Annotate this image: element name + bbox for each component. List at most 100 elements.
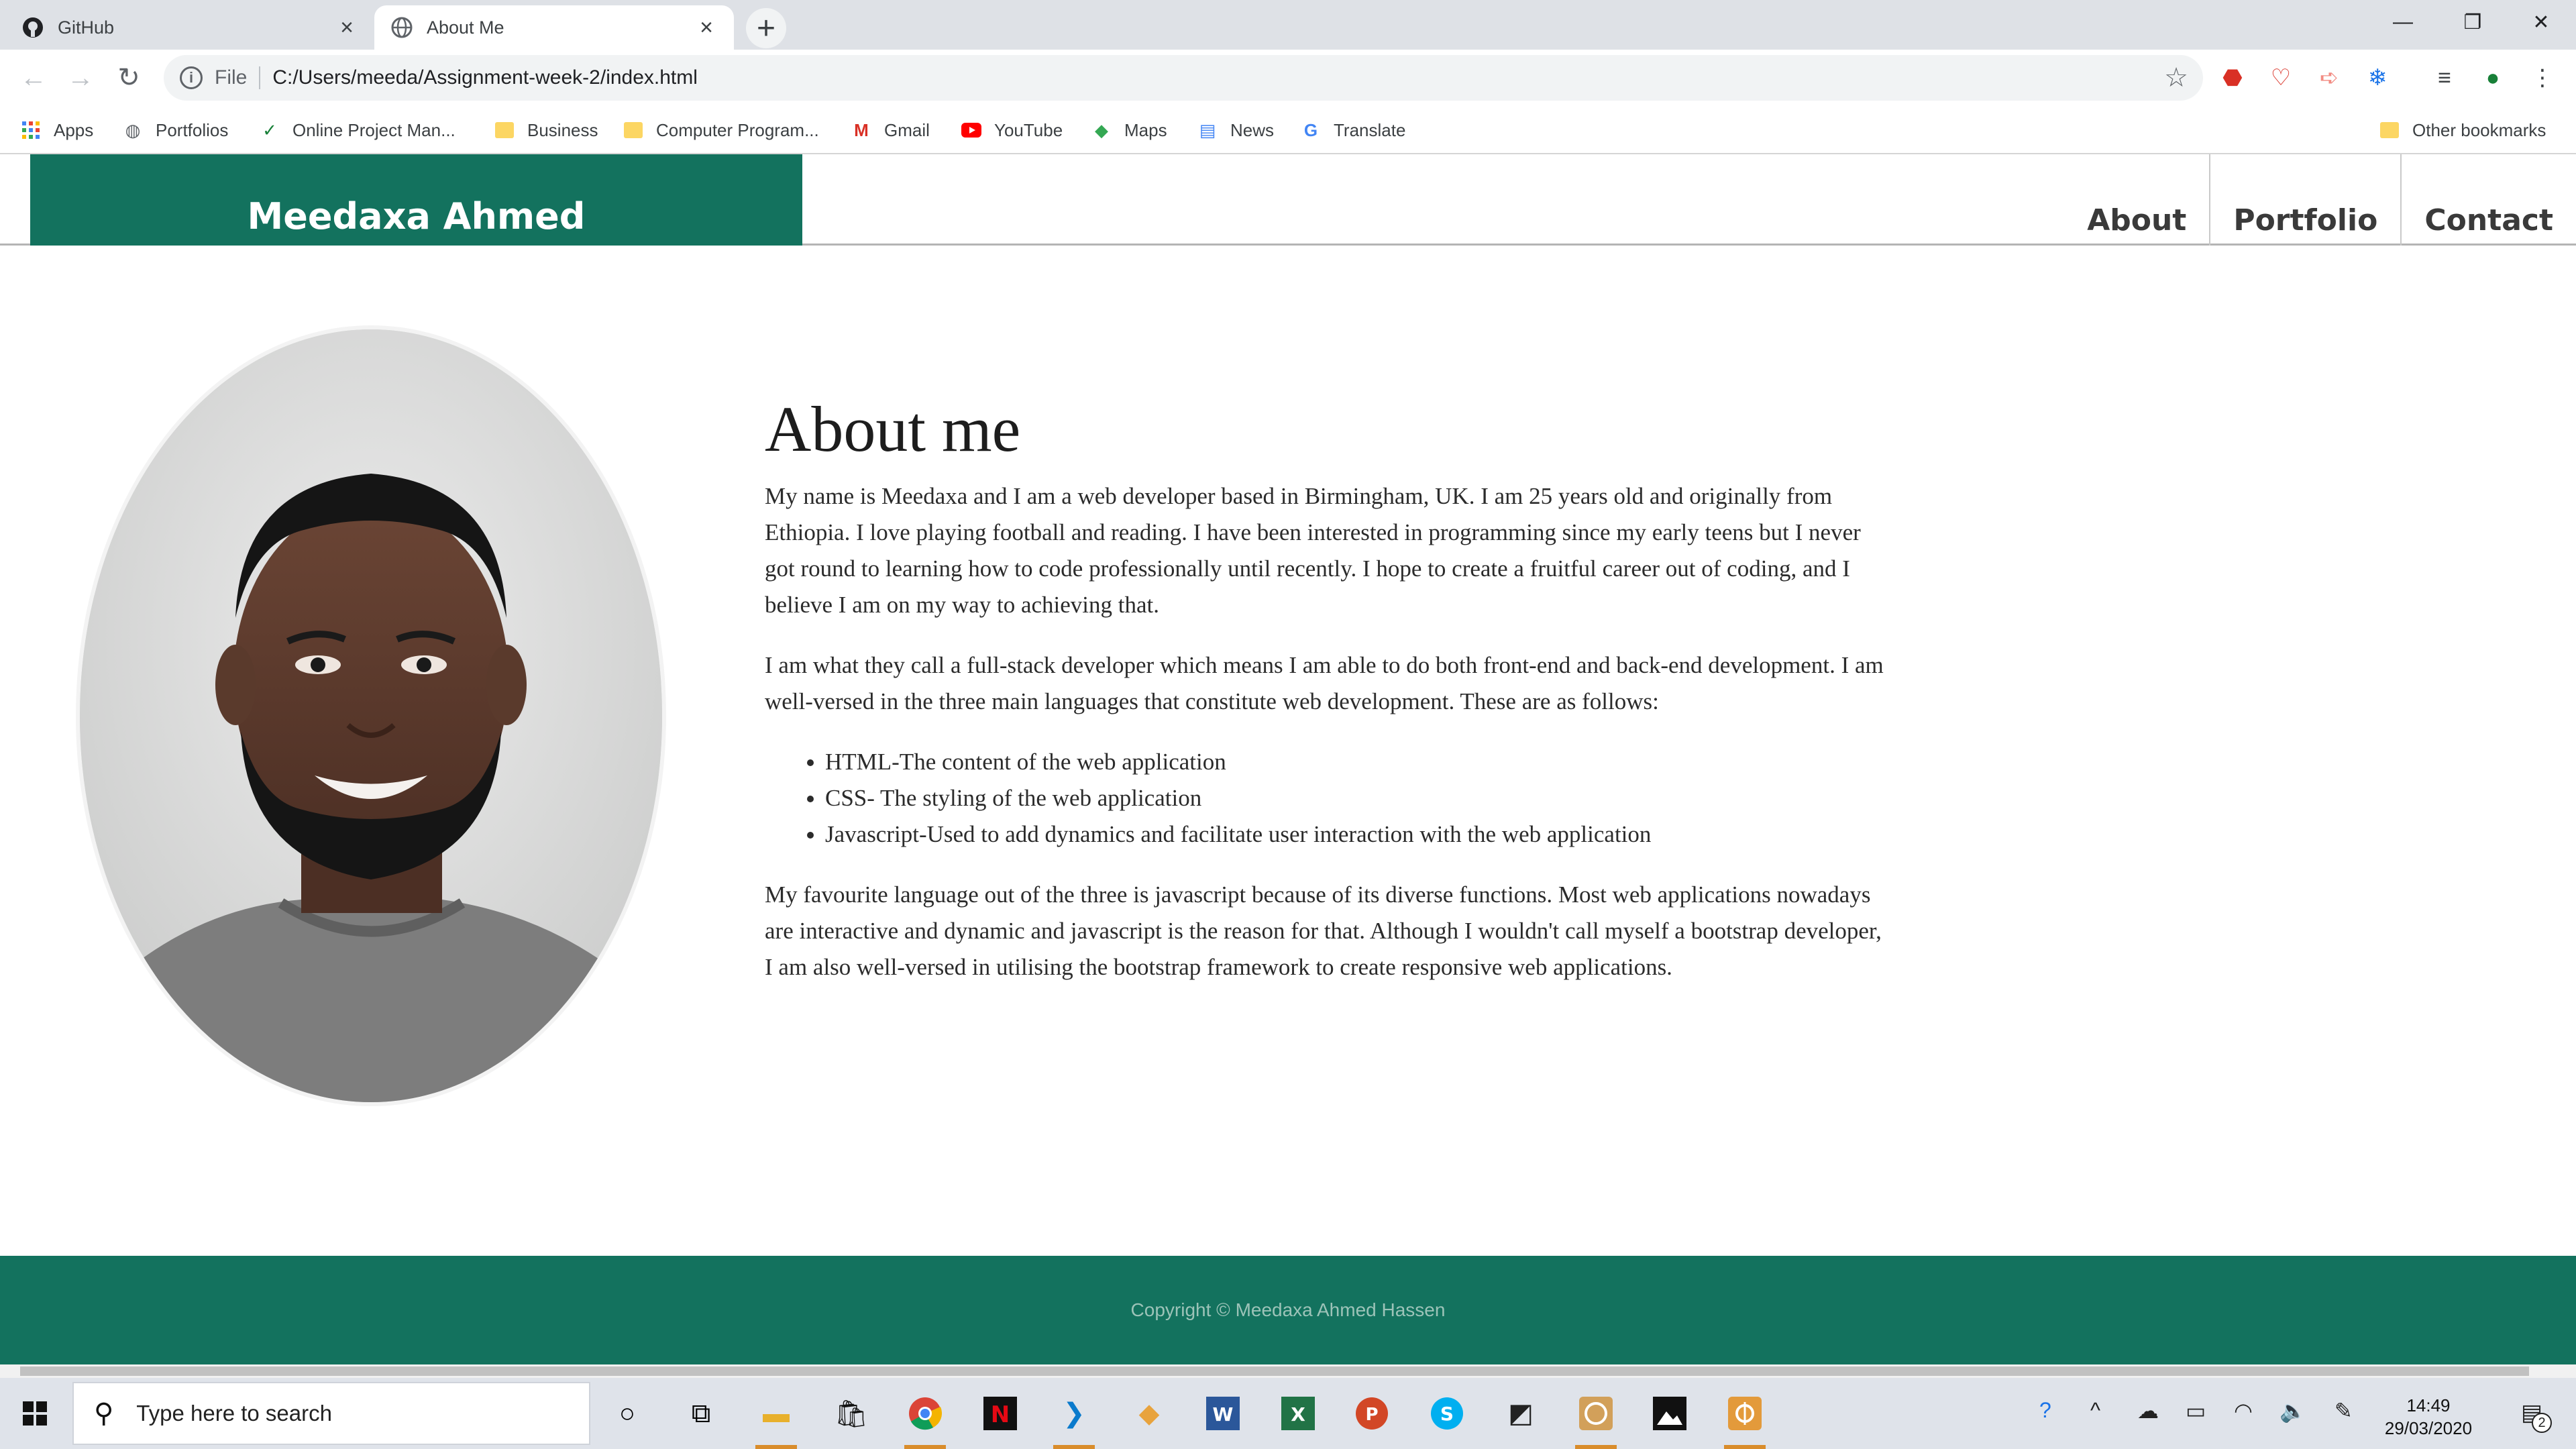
skype-icon[interactable]: S bbox=[1421, 1387, 1473, 1440]
onedrive-icon[interactable]: ☁ bbox=[2137, 1398, 2159, 1424]
bookmark-business[interactable]: Business bbox=[494, 115, 598, 145]
url-text[interactable]: C:/Users/meeda/Assignment-week-2/index.h… bbox=[272, 66, 2164, 89]
close-window-button[interactable]: ✕ bbox=[2506, 0, 2576, 44]
bookmark-label: Apps bbox=[54, 119, 94, 140]
taskbar: ⚲ Type here to search ○ ⧉ ▬ 🛍 N ❯ ◆ W X … bbox=[0, 1378, 2576, 1449]
page-title: About me bbox=[765, 393, 1021, 465]
site-footer: Copyright © Meedaxa Ahmed Hassen bbox=[0, 1256, 2576, 1364]
tab-title: About Me bbox=[427, 17, 504, 38]
heart-extension-icon[interactable]: ♡ bbox=[2263, 60, 2298, 95]
profile-avatar[interactable]: ● bbox=[2475, 60, 2510, 95]
copyright-text: Copyright © Meedaxa Ahmed Hassen bbox=[1130, 1299, 1446, 1320]
reload-icon[interactable]: ↻ bbox=[109, 58, 149, 98]
list-item: HTML-The content of the web application bbox=[825, 744, 1892, 780]
site-brand: Meedaxa Ahmed bbox=[247, 195, 586, 237]
translate-icon: G bbox=[1303, 119, 1318, 140]
pen-icon[interactable]: ✎ bbox=[2334, 1398, 2353, 1424]
whatsapp-icon[interactable] bbox=[1570, 1387, 1622, 1449]
snip-sketch-icon[interactable] bbox=[1719, 1387, 1771, 1449]
gmail-icon: M bbox=[854, 119, 869, 140]
bookmark-gmail[interactable]: M Gmail bbox=[851, 115, 930, 145]
file-explorer-icon[interactable]: ▬ bbox=[750, 1387, 802, 1449]
news-icon: ▤ bbox=[1199, 119, 1216, 140]
bookmark-online-project-man[interactable]: ✓ Online Project Man... bbox=[259, 115, 455, 145]
new-tab-button[interactable]: + bbox=[746, 8, 786, 48]
site-header: Meedaxa Ahmed About Portfolio Contact bbox=[0, 154, 2576, 246]
back-arrow-icon[interactable]: ← bbox=[13, 58, 54, 98]
maps-icon: ◆ bbox=[1095, 119, 1108, 140]
youtube-icon bbox=[961, 119, 982, 141]
horizontal-scrollbar[interactable] bbox=[0, 1364, 2576, 1378]
bookmark-apps[interactable]: Apps bbox=[20, 115, 93, 145]
globe-icon bbox=[390, 16, 413, 39]
search-icon: ⚲ bbox=[94, 1399, 114, 1428]
vscode-icon[interactable]: ❯ bbox=[1048, 1387, 1100, 1449]
info-icon[interactable]: i bbox=[180, 66, 203, 89]
netflix-icon[interactable]: N bbox=[974, 1387, 1026, 1440]
bookmarks-bar: Apps ◍ Portfolios ✓ Online Project Man..… bbox=[0, 106, 2576, 154]
bookmark-star-icon[interactable]: ☆ bbox=[2164, 62, 2188, 93]
languages-list: HTML-The content of the web application … bbox=[825, 744, 1892, 853]
bookmark-label: Maps bbox=[1124, 119, 1167, 140]
wifi-icon[interactable]: ◠ bbox=[2234, 1398, 2253, 1424]
scrollbar-thumb[interactable] bbox=[20, 1366, 2529, 1376]
nav-portfolio[interactable]: Portfolio bbox=[2209, 154, 2400, 246]
nav-about[interactable]: About bbox=[2064, 154, 2209, 246]
about-paragraph-3: My favourite language out of the three i… bbox=[765, 881, 1882, 980]
help-icon[interactable]: ? bbox=[2039, 1398, 2051, 1423]
profile-photo bbox=[76, 325, 666, 1106]
svg-text:W: W bbox=[1213, 1403, 1234, 1426]
taskbar-clock[interactable]: 14:49 29/03/2020 bbox=[2368, 1394, 2489, 1440]
bookmark-maps[interactable]: ◆ Maps bbox=[1091, 115, 1167, 145]
volume-icon[interactable]: 🔈 bbox=[2279, 1398, 2306, 1424]
arrow-extension-icon[interactable]: ➪ bbox=[2312, 60, 2347, 95]
tab-about-me[interactable]: About Me × bbox=[374, 5, 734, 50]
chrome-icon[interactable] bbox=[899, 1387, 951, 1449]
tab-github[interactable]: GitHub × bbox=[5, 5, 374, 50]
apps-grid-icon bbox=[20, 119, 42, 141]
bookmark-news[interactable]: ▤ News bbox=[1197, 115, 1274, 145]
other-bookmarks[interactable]: Other bookmarks bbox=[2379, 115, 2546, 145]
taskbar-search-input[interactable]: ⚲ Type here to search bbox=[72, 1382, 590, 1445]
notification-center-icon[interactable]: ▤ 2 bbox=[2512, 1393, 2552, 1433]
bookmark-portfolios[interactable]: ◍ Portfolios bbox=[122, 115, 229, 145]
close-tab-icon[interactable]: × bbox=[335, 15, 358, 41]
sticky-notes-icon[interactable]: ◩ bbox=[1495, 1387, 1547, 1440]
url-scheme: File bbox=[215, 66, 261, 89]
address-bar[interactable]: i File C:/Users/meeda/Assignment-week-2/… bbox=[164, 55, 2203, 101]
bookmark-label: Business bbox=[527, 119, 598, 140]
word-icon[interactable]: W bbox=[1197, 1387, 1249, 1440]
sourcetree-icon[interactable]: ◆ bbox=[1123, 1387, 1175, 1440]
checkmark-icon: ✓ bbox=[262, 119, 277, 140]
task-view-icon[interactable]: ⧉ bbox=[675, 1387, 727, 1440]
adblock-extension-icon[interactable]: ⬣ bbox=[2215, 60, 2250, 95]
show-hidden-icons[interactable]: ^ bbox=[2090, 1398, 2100, 1423]
bookmark-label: Translate bbox=[1334, 119, 1406, 140]
bookmark-label: YouTube bbox=[994, 119, 1063, 140]
bookmark-computer-program[interactable]: Computer Program... bbox=[623, 115, 819, 145]
nav-contact[interactable]: Contact bbox=[2400, 154, 2576, 246]
windows-start-icon[interactable] bbox=[0, 1378, 70, 1449]
battery-icon[interactable]: ▭ bbox=[2186, 1398, 2206, 1424]
bookmark-label: Online Project Man... bbox=[292, 119, 455, 140]
bookmark-label: Computer Program... bbox=[656, 119, 819, 140]
brand-block[interactable]: Meedaxa Ahmed bbox=[30, 154, 802, 246]
snowflake-extension-icon[interactable]: ❄ bbox=[2360, 60, 2395, 95]
store-icon[interactable]: 🛍 bbox=[825, 1387, 877, 1440]
cortana-icon[interactable]: ○ bbox=[601, 1387, 653, 1440]
tab-title: GitHub bbox=[58, 17, 115, 38]
restore-button[interactable]: ❐ bbox=[2438, 0, 2508, 44]
photos-icon[interactable] bbox=[1644, 1387, 1696, 1440]
search-placeholder: Type here to search bbox=[136, 1401, 332, 1426]
powerpoint-icon[interactable]: P bbox=[1346, 1387, 1398, 1440]
about-section: About me My name is Meedaxa and I am a w… bbox=[765, 392, 1892, 1010]
menu-dots-icon[interactable]: ⋮ bbox=[2525, 60, 2560, 95]
forward-arrow-icon[interactable]: → bbox=[60, 58, 101, 98]
excel-icon[interactable]: X bbox=[1272, 1387, 1324, 1440]
bookmark-youtube[interactable]: YouTube bbox=[961, 115, 1063, 145]
media-queue-icon[interactable]: ≡ bbox=[2427, 60, 2462, 95]
close-tab-icon[interactable]: × bbox=[695, 15, 718, 41]
site-nav: About Portfolio Contact bbox=[2064, 154, 2576, 246]
bookmark-translate[interactable]: G Translate bbox=[1300, 115, 1406, 145]
minimize-button[interactable]: — bbox=[2368, 0, 2438, 44]
